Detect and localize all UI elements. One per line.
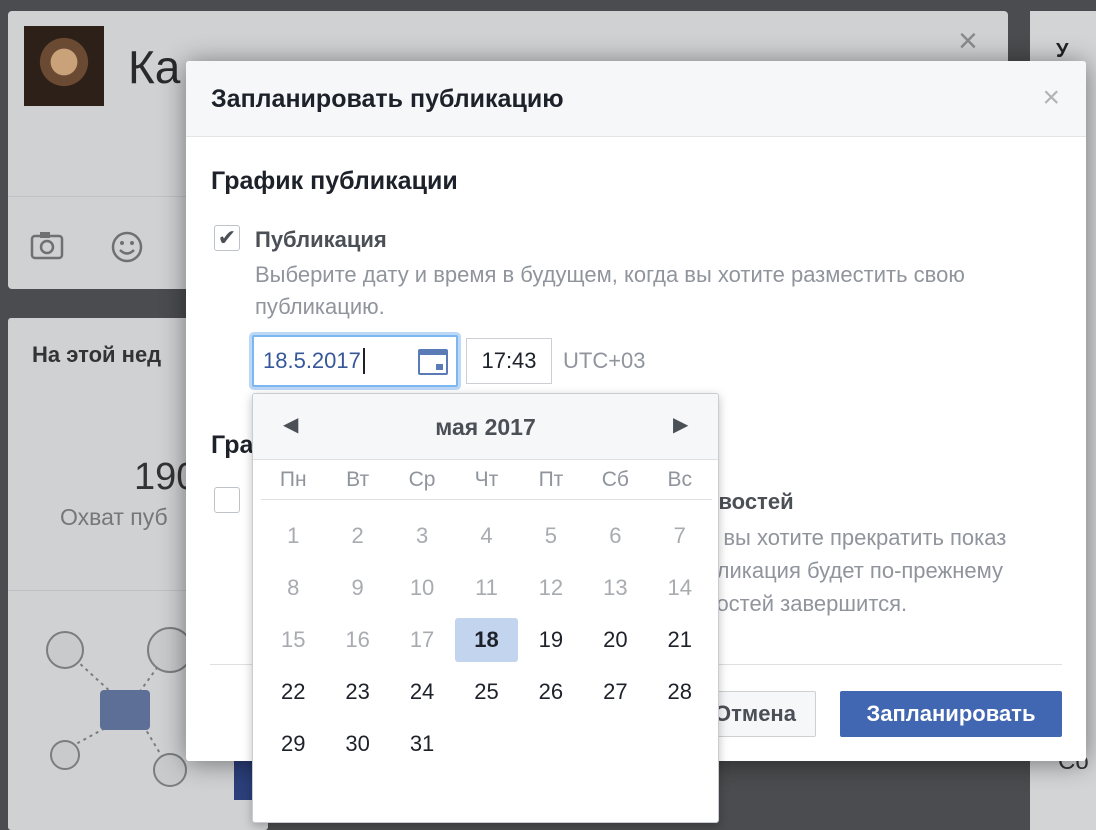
day-cell: 2 [351, 523, 364, 548]
day-cell[interactable]: 26 [519, 670, 583, 714]
close-icon[interactable]: × [1042, 83, 1060, 113]
date-picker-header: ◀ мая 2017 ▶ [253, 394, 718, 460]
day-cell: 6 [609, 523, 622, 548]
composer-close-icon: × [958, 22, 978, 60]
day-cell: 9 [351, 575, 364, 600]
weekday-label: Пн [279, 468, 307, 491]
time-field[interactable]: 17:43 [466, 338, 552, 384]
calendar-icon[interactable] [418, 349, 448, 375]
day-cell: 10 [409, 575, 435, 600]
date-field-value: 18.5.2017 [263, 348, 361, 373]
day-cell-selected[interactable]: 18 [455, 618, 518, 662]
weekday-label: Вс [667, 468, 693, 491]
day-cell: 17 [409, 627, 435, 652]
day-cell[interactable]: 23 [325, 670, 389, 714]
day-cell[interactable]: 22 [261, 670, 325, 714]
day-cell[interactable]: 28 [648, 670, 712, 714]
day-cell[interactable]: 25 [454, 670, 518, 714]
dialog-header: Запланировать публикацию × [186, 61, 1086, 137]
insights-card-label: Охват пуб [60, 504, 168, 530]
day-cell[interactable]: 29 [261, 722, 325, 766]
text-caret [362, 348, 365, 374]
day-cell[interactable]: 27 [583, 670, 647, 714]
dialog-title: Запланировать публикацию [211, 85, 564, 113]
day-cell: 13 [603, 575, 628, 600]
month-label: мая 2017 [435, 414, 536, 440]
timezone-label: UTC+03 [563, 348, 646, 373]
day-cell[interactable]: 24 [390, 670, 454, 714]
weekday-label: Пт [538, 468, 564, 491]
publish-schedule-title: График публикации [211, 167, 458, 195]
day-cell: 4 [480, 523, 493, 548]
stop-distribution-checkbox[interactable] [214, 487, 240, 513]
publish-option-description: Выберите дату и время в будущем, когда в… [255, 262, 965, 319]
weekday-label: Чт [474, 468, 499, 491]
day-cell: 7 [673, 523, 686, 548]
date-picker: ◀ мая 2017 ▶ Пн Вт Ср Чт Пт Сб Вс 1 2 3 4 5 6 7 8 9 10 1… [252, 393, 719, 823]
composer-text: Ка [128, 41, 181, 93]
weekday-label: Ср [408, 468, 436, 491]
day-cell: 5 [544, 523, 558, 548]
smiley-icon [110, 230, 144, 272]
day-cell: 15 [280, 627, 306, 652]
time-field-value: 17:43 [481, 348, 537, 373]
day-cell[interactable]: 31 [390, 722, 454, 766]
stop-schedule-title: Гра [211, 431, 254, 459]
page-avatar [24, 26, 104, 106]
publish-option-label: Публикация [255, 227, 387, 252]
next-month-icon[interactable]: ▶ [673, 412, 688, 437]
background-button-edge [234, 760, 254, 800]
checkmark-icon: ✔ [217, 225, 237, 250]
day-cell[interactable]: 19 [519, 618, 583, 662]
day-cell: 8 [287, 575, 300, 600]
schedule-button[interactable]: Запланировать [840, 691, 1062, 737]
weekday-label: Сб [601, 468, 629, 491]
date-field[interactable]: 18.5.2017 [252, 335, 458, 387]
day-grid: 1 2 3 4 5 6 7 8 9 10 11 12 13 14 15 16 17 18 19 20 21 22 23 24 2… [261, 510, 712, 770]
day-cell[interactable]: 21 [648, 618, 712, 662]
day-cell: 3 [415, 523, 429, 548]
day-cell: 14 [667, 575, 693, 600]
day-cell: 11 [475, 575, 498, 600]
camera-icon [30, 230, 64, 268]
day-cell: 16 [345, 627, 370, 652]
weekday-header: Пн Вт Ср Чт Пт Сб Вс [261, 460, 712, 500]
day-cell: 12 [538, 575, 564, 600]
weekday-label: Вт [346, 468, 370, 491]
insights-card-title: На этой нед [32, 342, 162, 367]
publish-checkbox[interactable]: ✔ [214, 225, 240, 251]
day-cell[interactable]: 30 [325, 722, 389, 766]
day-cell[interactable]: 20 [583, 618, 647, 662]
day-cell: 1 [287, 523, 300, 548]
